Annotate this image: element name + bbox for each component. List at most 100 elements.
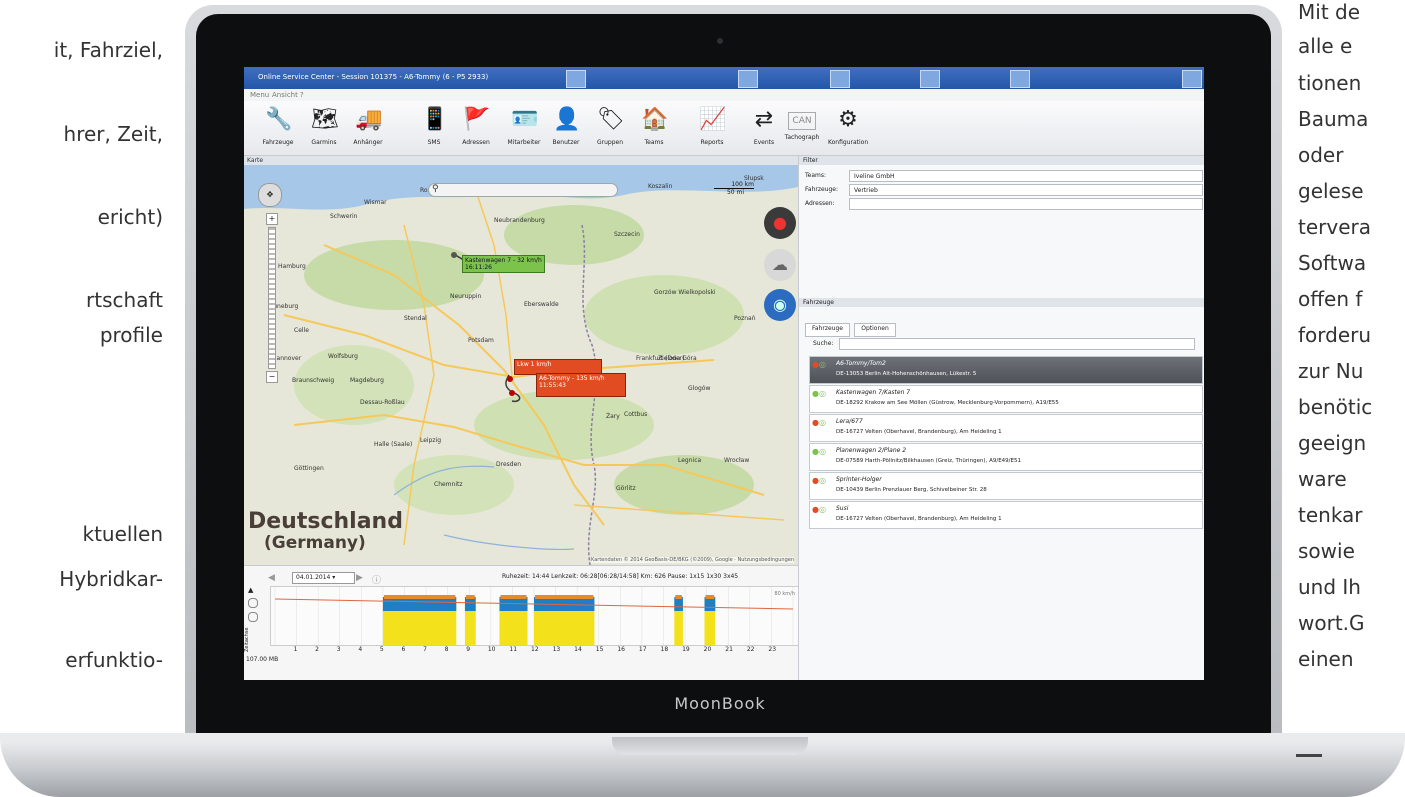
house-icon: 🏠: [641, 107, 669, 132]
toolbar-button-anhänger[interactable]: 🚚 Anhänger: [348, 105, 388, 153]
hour-tick-label: 16: [617, 646, 625, 653]
menu-item[interactable]: Menu: [250, 91, 269, 99]
vehicle-status-icon: ●◎: [812, 476, 826, 485]
vehicles-title: Fahrzeuge: [803, 299, 834, 306]
traffic-light-icon[interactable]: ●: [764, 207, 796, 239]
map-panel-header: Karte: [244, 156, 798, 165]
vehicle-list-item[interactable]: ●◎ Lera/677 DE-16727 Velten (Oberhavel, Br…: [809, 414, 1203, 442]
speed-peak: [705, 595, 715, 599]
right-text-line: Softwa: [1298, 251, 1367, 275]
vehicle-marker[interactable]: [507, 376, 513, 382]
map-search-input[interactable]: ⚲: [428, 183, 618, 197]
map-city-label: Szczecin: [614, 231, 640, 238]
toolbar-button-label: Gruppen: [596, 139, 624, 146]
hour-tick-label: 4: [358, 646, 363, 653]
speed-peak: [383, 595, 456, 599]
vehicle-label-text: A6-Tommy - 135 km/h: [539, 375, 605, 382]
toolbar-button-label: Teams: [644, 139, 664, 146]
map-city-label: Dessau-Roßlau: [360, 399, 405, 406]
taskbar-icon[interactable]: [566, 70, 586, 88]
vehicle-list-item[interactable]: ●◎ Sprinter-Holger DE-10439 Berlin Prenzla…: [809, 472, 1203, 500]
vehicle-address: DE-10439 Berlin Prenzlauer Berg, Schivel…: [836, 487, 987, 493]
menu-item[interactable]: ?: [300, 91, 304, 99]
vehicle-status-icon: ●◎: [812, 389, 826, 398]
radio-option[interactable]: [248, 598, 258, 608]
map-view[interactable]: RostockHamburgSchwerinWismarNeubrandenbu…: [244, 165, 798, 565]
right-text-line: geeign: [1298, 431, 1367, 455]
zoom-out-button[interactable]: −: [266, 371, 278, 383]
toolbar-button-konfiguration[interactable]: ⚙ Konfiguration: [828, 105, 868, 153]
hour-tick-label: 15: [595, 646, 604, 653]
speed-peak: [535, 595, 594, 599]
addresses-select[interactable]: [849, 198, 1203, 210]
can-icon: CAN: [788, 112, 816, 130]
scroll-up-icon[interactable]: ▲: [248, 586, 266, 594]
vehicle-address: DE-07589 Harth-Pöllnitz/Bilkhausen (Grei…: [836, 458, 1021, 464]
vehicle-list-item[interactable]: ●◎ A6-Tommy/Tom2 DE-13053 Berlin Alt-Hohen…: [809, 356, 1203, 384]
taskbar-icon[interactable]: [738, 70, 758, 88]
speed-band: [674, 597, 683, 611]
date-picker[interactable]: 04.01.2014 ▾: [292, 572, 355, 584]
toolbar-button-teams[interactable]: 🏠 Teams: [634, 105, 674, 153]
speed-band: [464, 597, 476, 611]
toolbar-button-adressen[interactable]: 🚩 Adressen: [456, 105, 496, 153]
toolbar-button-sms[interactable]: 📱 SMS: [414, 105, 454, 153]
vehicle-status-icon: ●◎: [812, 418, 826, 427]
taskbar-icon[interactable]: [830, 70, 850, 88]
menu-item[interactable]: Ansicht: [272, 91, 298, 99]
toolbar-button-events[interactable]: ⇄ Events: [744, 105, 784, 153]
radio-option[interactable]: [248, 612, 258, 622]
toolbar-button-mitarbeiter[interactable]: 🪪 Mitarbeiter: [504, 105, 544, 153]
toolbar-button-label: Anhänger: [353, 139, 383, 146]
menu-bar: Menu Ansicht ?: [244, 89, 1204, 101]
teams-select[interactable]: Iveline GmbH: [849, 170, 1203, 182]
zoom-control[interactable]: ✥ + −: [258, 183, 282, 387]
globe-icon[interactable]: ◉: [764, 289, 796, 321]
vehicle-list-item[interactable]: ●◎ Susi DE-16727 Velten (Oberhavel, Brande…: [809, 501, 1203, 529]
vehicle-name: A6-Tommy/Tom2: [836, 360, 886, 367]
vehicle-marker[interactable]: [451, 252, 457, 258]
toolbar-button-gruppen[interactable]: 🏷 Gruppen: [590, 105, 630, 153]
window-title: Online Service Center - Session 101375 -…: [258, 73, 489, 81]
vehicles-select[interactable]: Vertrieb: [849, 184, 1203, 196]
zoom-slider[interactable]: [268, 227, 276, 369]
vehicle-label-text: Kastenwagen 7 - 32 km/h: [465, 257, 542, 264]
report-icon: 📈: [699, 107, 727, 132]
taskbar-icon[interactable]: [920, 70, 940, 88]
right-text-line: zur Nu: [1298, 359, 1364, 383]
taskbar-icon[interactable]: [1010, 70, 1030, 88]
arrows-icon: ⇄: [754, 107, 774, 132]
hour-tick-label: 18: [660, 646, 669, 653]
tags-icon: 🏷: [597, 107, 625, 132]
user-icon: 👤: [553, 107, 581, 132]
vehicle-list-item[interactable]: ●◎ Kastenwagen 7/Kasten 7 DE-18292 Krakow …: [809, 385, 1203, 413]
toolbar-button-reports[interactable]: 📈 Reports: [692, 105, 732, 153]
toolbar-button-label: Adressen: [462, 139, 490, 146]
taskbar-icon[interactable]: [1182, 70, 1202, 88]
toolbar-button-garmins[interactable]: 🗺 Garmins: [304, 105, 344, 153]
vehicle-marker[interactable]: [509, 390, 515, 396]
gear-icon: ⚙: [838, 107, 858, 132]
prev-day-arrow-icon[interactable]: ◀: [268, 573, 275, 583]
pan-control[interactable]: ✥: [258, 183, 282, 207]
next-day-arrow-icon[interactable]: ▶: [356, 573, 363, 583]
vehicle-address: DE-18292 Krakow am See Möllen (Güstrow, …: [836, 400, 1059, 406]
right-text-line: ware: [1298, 467, 1347, 491]
vehicle-search-input[interactable]: [839, 338, 1195, 350]
toolbar-button-label: Fahrzeuge: [262, 139, 294, 146]
toolbar-button-tachograph[interactable]: CAN Tachograph: [782, 105, 822, 153]
vehicle-label-red[interactable]: A6-Tommy - 135 km/h 11:55:43: [536, 373, 626, 397]
toolbar-button-fahrzeuge[interactable]: 🔧 Fahrzeuge: [258, 105, 298, 153]
tab-optionen[interactable]: Optionen: [854, 323, 896, 337]
map-city-label: Koszalin: [648, 183, 673, 190]
map-city-label: Chemnitz: [434, 481, 463, 488]
vehicle-label-green[interactable]: Kastenwagen 7 - 32 km/h 16:11:26: [462, 255, 545, 273]
tab-fahrzeuge[interactable]: Fahrzeuge: [805, 323, 850, 337]
info-icon[interactable]: ⓘ: [372, 573, 381, 586]
vehicle-list-item[interactable]: ●◎ Planenwagen 2/Plane 2 DE-07589 Harth-Pö…: [809, 443, 1203, 471]
wrench-icon: 🔧: [265, 107, 293, 132]
right-text-line: tenkar: [1298, 503, 1363, 527]
zoom-in-button[interactable]: +: [266, 213, 278, 225]
toolbar-button-benutzer[interactable]: 👤 Benutzer: [546, 105, 586, 153]
weather-icon[interactable]: ☁: [764, 249, 796, 281]
